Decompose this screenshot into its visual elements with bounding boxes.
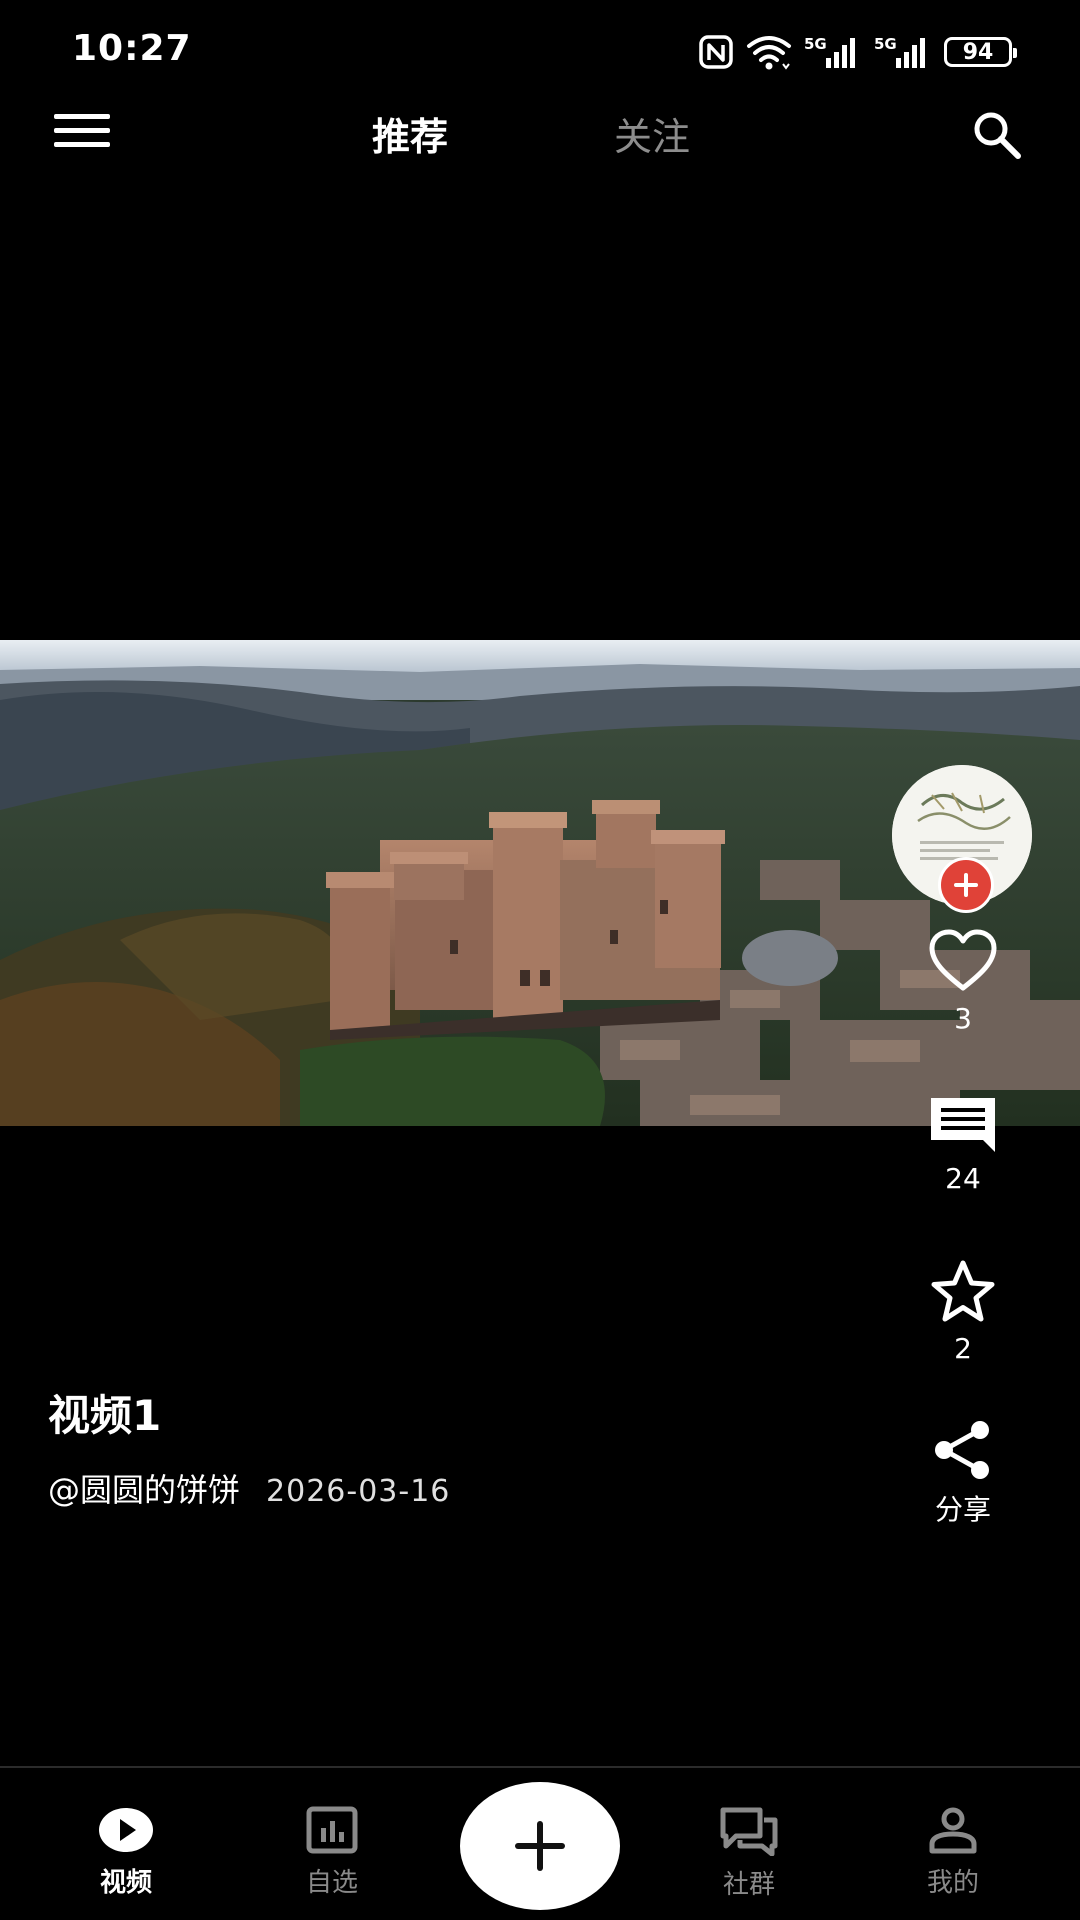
signal-5g-icon: 5G xyxy=(804,35,855,68)
nav-label-watchlist: 自选 xyxy=(305,1868,358,1898)
video-caption: 视频1 @圆圆的饼饼 2026-03-16 xyxy=(48,1382,848,1511)
author-name[interactable]: @圆圆的饼饼 xyxy=(48,1465,240,1511)
bottom-nav: 视频 自选 社群 我的 xyxy=(0,1766,1080,1920)
nav-label-profile: 我的 xyxy=(926,1868,979,1898)
menu-icon[interactable] xyxy=(54,114,110,154)
battery-icon: 94 xyxy=(944,37,1017,67)
publish-date: 2026-03-16 xyxy=(266,1474,451,1509)
comment-button[interactable]: 24 xyxy=(888,1094,1038,1195)
comment-icon xyxy=(931,1098,995,1152)
share-label: 分享 xyxy=(934,1493,991,1526)
add-button[interactable] xyxy=(460,1782,620,1910)
favorite-count: 2 xyxy=(954,1332,972,1365)
status-time: 10:27 xyxy=(72,28,192,69)
network-label-2: 5G xyxy=(874,35,897,53)
follow-button[interactable] xyxy=(938,857,994,913)
battery-level: 94 xyxy=(962,39,994,65)
person-icon xyxy=(929,1807,977,1854)
heart-icon xyxy=(929,929,997,991)
nav-item-watchlist[interactable]: 自选 xyxy=(262,1806,402,1899)
video-meta: @圆圆的饼饼 2026-03-16 xyxy=(48,1465,848,1511)
nav-label-community: 社群 xyxy=(722,1870,775,1900)
nav-label-video: 视频 xyxy=(99,1868,152,1898)
tab-recommend[interactable]: 推荐 xyxy=(372,106,448,161)
wifi-icon xyxy=(747,36,791,70)
nav-item-video[interactable]: 视频 xyxy=(56,1806,196,1899)
video-title: 视频1 xyxy=(48,1391,162,1440)
top-nav: 推荐 关注 xyxy=(0,96,1080,172)
like-button[interactable]: 3 xyxy=(888,928,1038,1035)
share-icon xyxy=(935,1421,989,1479)
status-bar: 10:27 5G 5G 94 xyxy=(0,0,1080,100)
star-icon xyxy=(931,1260,995,1322)
plus-icon xyxy=(954,873,978,897)
nav-item-profile[interactable]: 我的 xyxy=(883,1806,1023,1899)
nav-item-community[interactable]: 社群 xyxy=(679,1806,819,1901)
chat-bubbles-icon xyxy=(720,1807,778,1856)
play-circle-icon xyxy=(99,1808,153,1852)
favorite-button[interactable]: 2 xyxy=(888,1258,1038,1365)
chart-icon xyxy=(306,1806,358,1854)
search-icon[interactable] xyxy=(970,108,1024,162)
nfc-icon xyxy=(699,35,733,69)
tab-follow[interactable]: 关注 xyxy=(614,106,690,161)
comment-count: 24 xyxy=(945,1162,981,1195)
author-avatar-group xyxy=(892,765,1032,913)
status-icons: 5G 5G 94 xyxy=(698,30,1017,74)
like-count: 3 xyxy=(954,1002,972,1035)
network-label: 5G xyxy=(804,35,827,53)
signal-5g-icon-2: 5G xyxy=(874,35,925,68)
plus-icon xyxy=(515,1821,565,1871)
share-button[interactable]: 分享 xyxy=(888,1420,1038,1528)
